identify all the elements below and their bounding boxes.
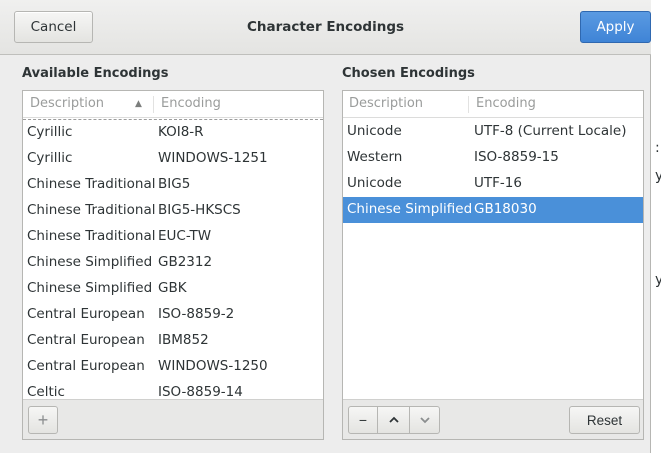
move-up-button[interactable] (377, 406, 410, 434)
column-header-description[interactable]: Description (30, 96, 104, 111)
encoding-description: Celtic (27, 384, 65, 400)
encoding-description: Cyrillic (27, 150, 73, 166)
encoding-description: Unicode (347, 175, 402, 191)
available-list-header: Description ▲ Encoding (23, 91, 323, 118)
encoding-name: UTF-16 (474, 175, 522, 191)
encoding-name: EUC-TW (158, 228, 212, 244)
column-separator (153, 96, 154, 113)
background-window: : y y (651, 0, 661, 453)
encoding-description: Central European (27, 332, 145, 348)
encoding-description: Cyrillic (27, 124, 73, 140)
list-item[interactable]: Central European ISO-8859-2 (23, 302, 323, 328)
available-encodings-label: Available Encodings (22, 66, 169, 81)
column-header-encoding[interactable]: Encoding (476, 96, 536, 111)
list-item[interactable]: Chinese Simplified GB2312 (23, 250, 323, 276)
list-item[interactable]: Chinese Simplified GB18030 (343, 197, 643, 223)
list-item[interactable]: Chinese Traditional EUC-TW (23, 224, 323, 250)
encoding-description: Chinese Traditional (27, 228, 156, 244)
encoding-name: ISO-8859-15 (474, 149, 559, 165)
encoding-name: UTF-8 (Current Locale) (474, 123, 627, 139)
chosen-toolbar: − Reset (343, 399, 643, 439)
encoding-name: GB2312 (158, 254, 213, 270)
move-down-button[interactable] (409, 406, 440, 434)
add-encoding-button[interactable]: + (28, 406, 58, 434)
chosen-list-header: Description Encoding (343, 91, 643, 118)
remove-encoding-button[interactable]: − (348, 406, 378, 434)
encoding-description: Chinese Simplified (27, 280, 153, 296)
chosen-encodings-list: Description Encoding Unicode UTF-8 (Curre… (342, 90, 644, 440)
character-encodings-dialog: Cancel Character Encodings Apply Availab… (0, 0, 651, 453)
chevron-up-icon (388, 416, 399, 423)
list-item[interactable]: Unicode UTF-8 (Current Locale) (343, 119, 643, 145)
apply-button[interactable]: Apply (580, 11, 651, 43)
list-item[interactable]: Chinese Simplified GBK (23, 276, 323, 302)
column-header-description[interactable]: Description (349, 96, 423, 111)
encoding-description: Central European (27, 358, 145, 374)
encoding-description: Chinese Simplified (27, 254, 153, 270)
encoding-description: Western (347, 149, 403, 165)
column-header-encoding[interactable]: Encoding (161, 96, 221, 111)
list-item[interactable]: Central European IBM852 (23, 328, 323, 354)
list-item[interactable]: Celtic ISO-8859-14 (23, 380, 323, 400)
list-item[interactable]: Unicode UTF-16 (343, 171, 643, 197)
list-item[interactable]: Central European WINDOWS-1250 (23, 354, 323, 380)
chosen-rows: Unicode UTF-8 (Current Locale) Western ISO-… (343, 119, 643, 223)
encoding-name: WINDOWS-1250 (158, 358, 268, 374)
available-encodings-list: Description ▲ Encoding Cyrillic KOI8-R Cyr… (22, 90, 324, 440)
chevron-down-icon (419, 417, 430, 424)
chosen-encodings-label: Chosen Encodings (342, 66, 475, 81)
list-item[interactable]: Chinese Traditional BIG5 (23, 172, 323, 198)
encoding-name: ISO-8859-2 (158, 306, 235, 322)
encoding-description: Unicode (347, 123, 402, 139)
encoding-name: GBK (158, 280, 187, 296)
encoding-name: IBM852 (158, 332, 209, 348)
list-item[interactable]: Western ISO-8859-15 (343, 145, 643, 171)
remove-icon: − (358, 412, 368, 428)
available-toolbar: + (23, 399, 323, 439)
encoding-name: BIG5-HKSCS (158, 202, 241, 218)
available-rows: Cyrillic KOI8-R Cyrillic WINDOWS-1251 Chines… (23, 119, 323, 400)
list-item[interactable]: Cyrillic KOI8-R (23, 120, 323, 146)
reset-button[interactable]: Reset (569, 406, 640, 434)
add-icon: + (37, 409, 49, 430)
encoding-name: KOI8-R (158, 124, 204, 140)
encoding-description: Chinese Traditional (27, 202, 156, 218)
encoding-name: BIG5 (158, 176, 191, 192)
encoding-description: Chinese Traditional (27, 176, 156, 192)
encoding-name: GB18030 (474, 201, 537, 217)
header-bar: Cancel Character Encodings Apply (0, 0, 651, 55)
list-item[interactable]: Cyrillic WINDOWS-1251 (23, 146, 323, 172)
encoding-description: Central European (27, 306, 145, 322)
encoding-name: ISO-8859-14 (158, 384, 243, 400)
column-separator (468, 96, 469, 113)
encoding-description: Chinese Simplified (347, 201, 473, 217)
dialog-title: Character Encodings (246, 19, 405, 35)
encoding-name: WINDOWS-1251 (158, 150, 268, 166)
list-item[interactable]: Chinese Traditional BIG5-HKSCS (23, 198, 323, 224)
sort-ascending-icon: ▲ (135, 99, 142, 109)
